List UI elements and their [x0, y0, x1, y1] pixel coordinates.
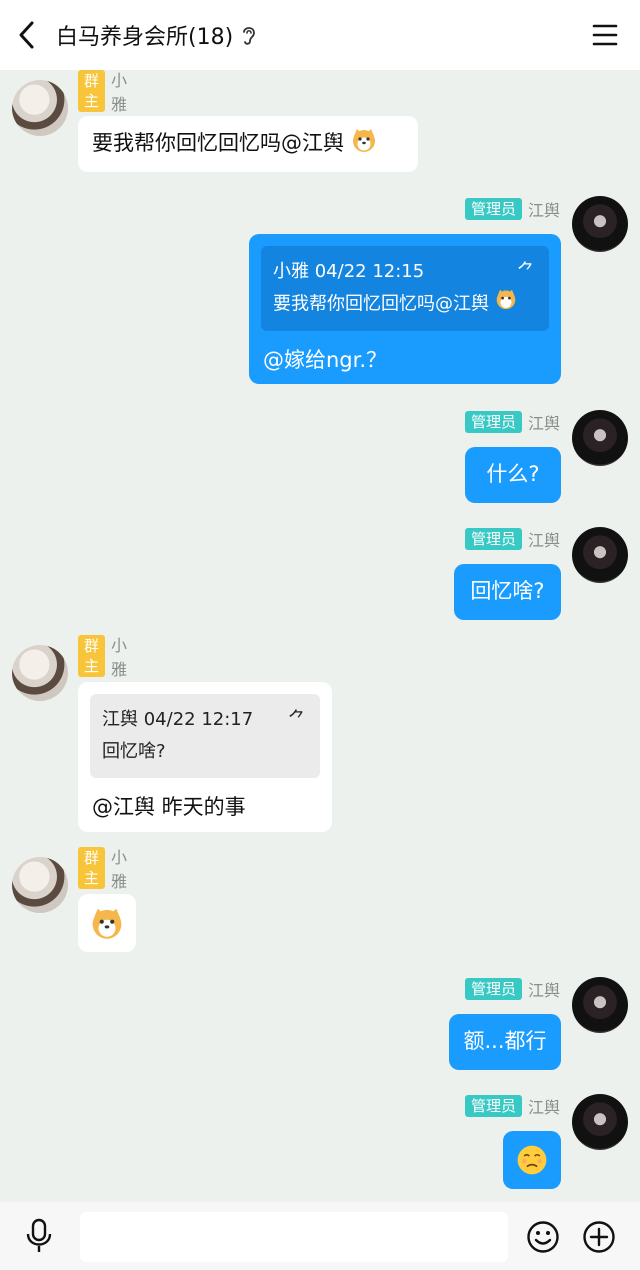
shiba-dog-emoji: [351, 127, 377, 161]
owner-badge: 群主: [78, 635, 106, 677]
chat-header: 白马养身会所(18): [0, 0, 640, 70]
message-text: 额...都行: [463, 1029, 547, 1053]
message-text: @江舆 昨天的事: [92, 795, 246, 819]
emoji-button[interactable]: [526, 1220, 560, 1258]
message-text: 回忆啥?: [470, 579, 545, 603]
sender-line: 管理员 江舆: [300, 198, 560, 220]
sender-line: 管理员 江舆: [300, 528, 560, 550]
avatar[interactable]: [572, 410, 628, 466]
avatar[interactable]: [12, 80, 68, 136]
message-input[interactable]: [80, 1212, 508, 1262]
message-bubble[interactable]: [503, 1131, 561, 1189]
message-text: @嫁给ngr.？: [263, 348, 388, 372]
sender-name: 江舆: [527, 201, 560, 220]
message-text: 要我帮你回忆回忆吗@江舆: [92, 131, 344, 155]
back-button[interactable]: [0, 0, 54, 70]
sender-name: 小雅: [111, 71, 128, 114]
emoji-icon: [527, 1221, 559, 1253]
quote-jump-icon[interactable]: ⺈: [517, 256, 535, 288]
menu-icon: [592, 24, 618, 46]
avatar[interactable]: [572, 1094, 628, 1150]
admin-badge: 管理员: [464, 198, 522, 220]
avatar[interactable]: [12, 857, 68, 913]
quote-meta: 江舆 04/22 12:17: [102, 709, 254, 730]
pleading-face-emoji: [515, 1143, 549, 1185]
quote-text: 回忆啥?: [102, 741, 166, 762]
sender-name: 江舆: [527, 981, 560, 1000]
input-bar: [0, 1202, 640, 1270]
avatar[interactable]: [572, 527, 628, 583]
message-bubble[interactable]: 什么?: [465, 447, 561, 503]
sender-line: 群主 小雅: [78, 847, 127, 891]
quote-text: 要我帮你回忆回忆吗@江舆: [273, 288, 537, 321]
owner-badge: 群主: [78, 70, 106, 112]
page-title: 白马养身会所(18): [56, 25, 234, 50]
avatar[interactable]: [572, 196, 628, 252]
sender-line: 管理员 江舆: [300, 1095, 560, 1117]
message-bubble[interactable]: 额...都行: [449, 1014, 561, 1070]
sender-name: 江舆: [527, 414, 560, 433]
plus-icon: [583, 1221, 615, 1253]
menu-button[interactable]: [592, 22, 618, 48]
back-icon: [19, 21, 34, 49]
message-text: 什么?: [486, 462, 540, 486]
quoted-message[interactable]: 江舆 04/22 12:17 ⺈ 回忆啥?: [90, 694, 320, 778]
admin-badge: 管理员: [464, 528, 522, 550]
ear-icon[interactable]: [241, 24, 257, 46]
more-button[interactable]: [582, 1220, 616, 1258]
chat-screen: 白马养身会所(18) 群主 小雅 要我帮你回忆回忆吗@江舆 管理员 江舆 小雅 …: [0, 0, 640, 1270]
message-bubble[interactable]: [78, 894, 136, 952]
sender-line: 管理员 江舆: [300, 411, 560, 433]
message-bubble[interactable]: 江舆 04/22 12:17 ⺈ 回忆啥? @江舆 昨天的事: [78, 682, 332, 832]
message-bubble[interactable]: 小雅 04/22 12:15 ⺈ 要我帮你回忆回忆吗@江舆 @嫁给ngr.？: [249, 234, 561, 384]
quote-jump-icon[interactable]: ⺈: [288, 704, 306, 736]
mic-icon: [26, 1218, 52, 1252]
quoted-message[interactable]: 小雅 04/22 12:15 ⺈ 要我帮你回忆回忆吗@江舆: [261, 246, 549, 331]
avatar[interactable]: [12, 645, 68, 701]
message-bubble[interactable]: 要我帮你回忆回忆吗@江舆: [78, 116, 418, 172]
admin-badge: 管理员: [464, 978, 522, 1000]
shiba-dog-emoji: [90, 906, 124, 948]
shiba-dog-emoji: [495, 288, 517, 321]
admin-badge: 管理员: [464, 1095, 522, 1117]
sender-name: 小雅: [111, 848, 128, 891]
sender-line: 群主 小雅: [78, 70, 127, 114]
sender-name: 江舆: [527, 531, 560, 550]
sender-line: 管理员 江舆: [300, 978, 560, 1000]
sender-name: 小雅: [111, 636, 128, 679]
message-bubble[interactable]: 回忆啥?: [454, 564, 561, 620]
sender-line: 群主 小雅: [78, 635, 127, 679]
sender-name: 江舆: [527, 1098, 560, 1117]
voice-button[interactable]: [24, 1218, 54, 1258]
avatar[interactable]: [572, 977, 628, 1033]
admin-badge: 管理员: [464, 411, 522, 433]
quote-meta: 小雅 04/22 12:15: [273, 261, 425, 282]
owner-badge: 群主: [78, 847, 106, 889]
